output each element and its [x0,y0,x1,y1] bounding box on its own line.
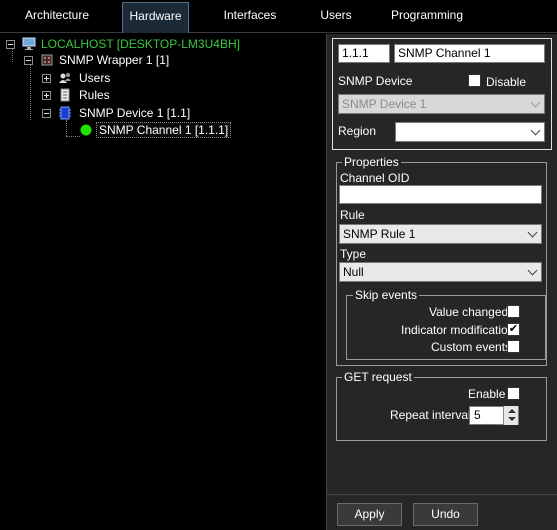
collapse-icon[interactable] [42,109,51,118]
main-tab-bar: Architecture Hardware Interfaces Users P… [0,0,557,33]
rule-select-value: SNMP Rule 1 [343,227,416,241]
snmp-device-select[interactable]: SNMP Device 1 [338,94,545,114]
rules-icon [58,88,72,102]
properties-legend: Properties [342,155,401,169]
channel-oid-input[interactable] [339,185,542,204]
skip-events-legend: Skip events [353,288,420,302]
tab-users[interactable]: Users [306,0,366,33]
repeat-interval-value: 5 [474,408,481,422]
custom-events-label: Custom events [431,340,512,354]
region-label: Region [338,124,377,138]
tree-node-rules[interactable]: Rules [42,87,242,103]
value-changed-checkbox[interactable] [507,305,520,318]
rule-select[interactable]: SNMP Rule 1 [339,224,542,244]
chevron-down-icon [527,227,538,238]
properties-panel: 1.1.1 SNMP Channel 1 SNMP Device Disable… [326,34,557,530]
network-wrapper-icon [40,53,54,67]
disable-checkbox[interactable] [468,74,481,87]
tree-node-label: SNMP Device 1 [1.1] [79,106,191,120]
repeat-interval-label: Repeat interval [390,408,471,422]
tree-node-label: SNMP Channel 1 [1.1.1] [96,122,232,138]
tree-node-snmp-wrapper[interactable]: SNMP Wrapper 1 [1] [24,52,284,68]
get-request-legend: GET request [342,370,414,384]
tree-node-localhost[interactable]: LOCALHOST [DESKTOP-LM3U4BH] [6,36,306,52]
type-label: Type [340,247,367,261]
computer-icon [22,37,36,51]
snmp-device-label: SNMP Device [338,74,413,88]
tree-node-label: Users [79,71,111,85]
tree-node-label: SNMP Wrapper 1 [1] [59,53,170,67]
users-icon [58,71,72,85]
undo-button[interactable]: Undo [413,503,478,526]
snmp-device-select-value: SNMP Device 1 [342,97,427,111]
hardware-tree: LOCALHOST [DESKTOP-LM3U4BH] SNMP Wrapper… [0,34,326,530]
repeat-interval-input[interactable]: 5 [469,406,519,425]
tab-architecture[interactable]: Architecture [14,0,100,33]
tab-hardware[interactable]: Hardware [122,2,189,33]
spin-down-icon[interactable] [508,417,516,421]
indicator-modification-label: Indicator modification [401,323,515,337]
chevron-down-icon [530,125,541,136]
region-select[interactable] [395,122,545,142]
type-select[interactable]: Null [339,262,542,282]
panel-footer: Apply Undo [327,494,557,530]
collapse-icon[interactable] [24,56,33,65]
type-select-value: Null [343,265,364,279]
repeat-interval-spinner[interactable] [503,406,518,425]
expand-icon[interactable] [42,91,51,100]
object-name-field[interactable]: SNMP Channel 1 [394,44,545,63]
status-online-icon [80,124,92,136]
tree-node-label: Rules [79,88,110,102]
value-changed-label: Value changed [429,305,509,319]
enable-checkbox[interactable] [507,387,520,400]
tree-node-snmp-device[interactable]: SNMP Device 1 [1.1] [42,105,242,121]
expand-icon[interactable] [42,74,51,83]
tree-node-users[interactable]: Users [42,70,242,86]
checkmark-icon: ✔ [508,323,519,335]
enable-label: Enable [468,387,506,401]
rule-label: Rule [340,208,365,222]
channel-oid-label: Channel OID [340,171,410,185]
tree-node-snmp-channel[interactable]: SNMP Channel 1 [1.1.1] [80,122,240,138]
object-id-field[interactable]: 1.1.1 [338,44,390,63]
chevron-down-icon [530,97,541,108]
tree-connector [30,64,31,120]
apply-button[interactable]: Apply [337,503,402,526]
tree-connector [66,136,80,137]
tab-interfaces[interactable]: Interfaces [214,0,286,33]
spin-up-icon[interactable] [508,409,516,413]
tree-connector [66,120,67,136]
custom-events-checkbox[interactable] [507,340,520,353]
tab-programming[interactable]: Programming [386,0,468,33]
disable-label: Disable [486,75,527,89]
indicator-modification-checkbox[interactable]: ✔ [507,323,520,336]
snmp-device-icon [58,106,72,120]
collapse-icon[interactable] [6,40,15,49]
chevron-down-icon [527,265,538,276]
tree-node-label: LOCALHOST [DESKTOP-LM3U4BH] [41,37,240,51]
